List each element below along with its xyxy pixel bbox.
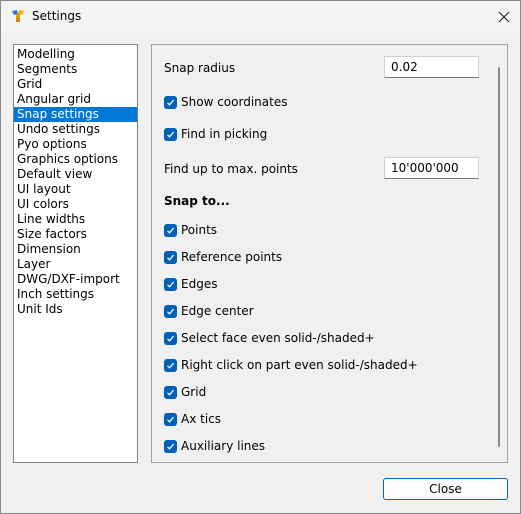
- snap-target-checkbox[interactable]: Right click on part even solid-/shaded+: [164, 357, 418, 373]
- snap-target-label: Edge center: [181, 304, 254, 318]
- snap-target-label: Ax tics: [181, 412, 222, 426]
- app-logo-icon: [10, 8, 26, 24]
- sidebar-item[interactable]: Angular grid: [14, 92, 137, 107]
- snap-target-checkbox[interactable]: Grid: [164, 384, 206, 400]
- sidebar-item[interactable]: Pyo options: [14, 137, 137, 152]
- sidebar-item[interactable]: Grid: [14, 77, 137, 92]
- checkbox-checked-icon: [164, 412, 177, 426]
- sidebar-item[interactable]: Snap settings: [14, 107, 137, 122]
- snap-radius-input[interactable]: [384, 56, 479, 78]
- checkbox-checked-icon: [164, 277, 177, 291]
- snap-target-label: Reference points: [181, 250, 283, 264]
- sidebar-item[interactable]: Segments: [14, 62, 137, 77]
- checkbox-checked-icon: [164, 385, 177, 399]
- snap-target-checkbox[interactable]: Reference points: [164, 249, 282, 265]
- checkbox-checked-icon: [164, 331, 177, 345]
- max-points-input[interactable]: [384, 157, 479, 179]
- sidebar-item[interactable]: Modelling: [14, 47, 137, 62]
- checkbox-checked-icon: [164, 250, 177, 264]
- checkbox-checked-icon: [164, 127, 177, 141]
- show-coordinates-checkbox[interactable]: Show coordinates: [164, 94, 287, 110]
- sidebar-item[interactable]: Size factors: [14, 227, 137, 242]
- checkbox-checked-icon: [164, 223, 177, 237]
- snap-target-checkbox[interactable]: Select face even solid-/shaded+: [164, 330, 375, 346]
- settings-category-list[interactable]: Modelling Segments Grid Angular grid Snap se…: [13, 44, 138, 463]
- checkbox-checked-icon: [164, 304, 177, 318]
- snap-target-checkbox[interactable]: Ax tics: [164, 411, 221, 427]
- show-coordinates-label: Show coordinates: [181, 95, 288, 109]
- snap-target-checkbox[interactable]: Edge center: [164, 303, 254, 319]
- snap-target-checkbox[interactable]: Edges: [164, 276, 217, 292]
- snap-target-label: Auxiliary lines: [181, 439, 266, 453]
- sidebar-item[interactable]: Line widths: [14, 212, 137, 227]
- panel-scrollbar[interactable]: [498, 67, 500, 447]
- sidebar-item[interactable]: UI colors: [14, 197, 137, 212]
- sidebar-item[interactable]: Default view: [14, 167, 137, 182]
- checkbox-checked-icon: [164, 439, 177, 453]
- checkbox-checked-icon: [164, 95, 177, 109]
- sidebar-item[interactable]: Graphics options: [14, 152, 137, 167]
- sidebar-item[interactable]: Inch settings: [14, 287, 137, 302]
- sidebar-item[interactable]: DWG/DXF-import: [14, 272, 137, 287]
- sidebar-item[interactable]: Unit Ids: [14, 302, 137, 317]
- snap-target-label: Select face even solid-/shaded+: [181, 331, 375, 345]
- max-points-label: Find up to max. points: [164, 162, 298, 176]
- snap-target-checkbox[interactable]: Points: [164, 222, 217, 238]
- snap-target-label: Grid: [181, 385, 207, 399]
- sidebar-item[interactable]: Undo settings: [14, 122, 137, 137]
- snap-target-checkbox[interactable]: Auxiliary lines: [164, 438, 265, 454]
- close-button[interactable]: Close: [383, 478, 508, 500]
- snap-target-label: Points: [181, 223, 218, 237]
- settings-window: Settings Modelling Segments Grid Angular gr…: [0, 0, 521, 514]
- snap-target-label: Edges: [181, 277, 218, 291]
- window-close-icon[interactable]: [489, 2, 519, 31]
- sidebar-item[interactable]: Dimension: [14, 242, 137, 257]
- snap-to-heading: Snap to...: [164, 194, 230, 208]
- window-title: Settings: [32, 9, 82, 23]
- snap-radius-label: Snap radius: [164, 61, 236, 75]
- snap-target-label: Right click on part even solid-/shaded+: [181, 358, 418, 372]
- find-in-picking-checkbox[interactable]: Find in picking: [164, 126, 267, 142]
- sidebar-item[interactable]: Layer: [14, 257, 137, 272]
- sidebar-item[interactable]: UI layout: [14, 182, 137, 197]
- find-in-picking-label: Find in picking: [181, 127, 268, 141]
- checkbox-checked-icon: [164, 358, 177, 372]
- snap-settings-panel: Snap radius Show coordinates Find in pic…: [151, 44, 508, 463]
- title-bar: Settings: [1, 1, 520, 32]
